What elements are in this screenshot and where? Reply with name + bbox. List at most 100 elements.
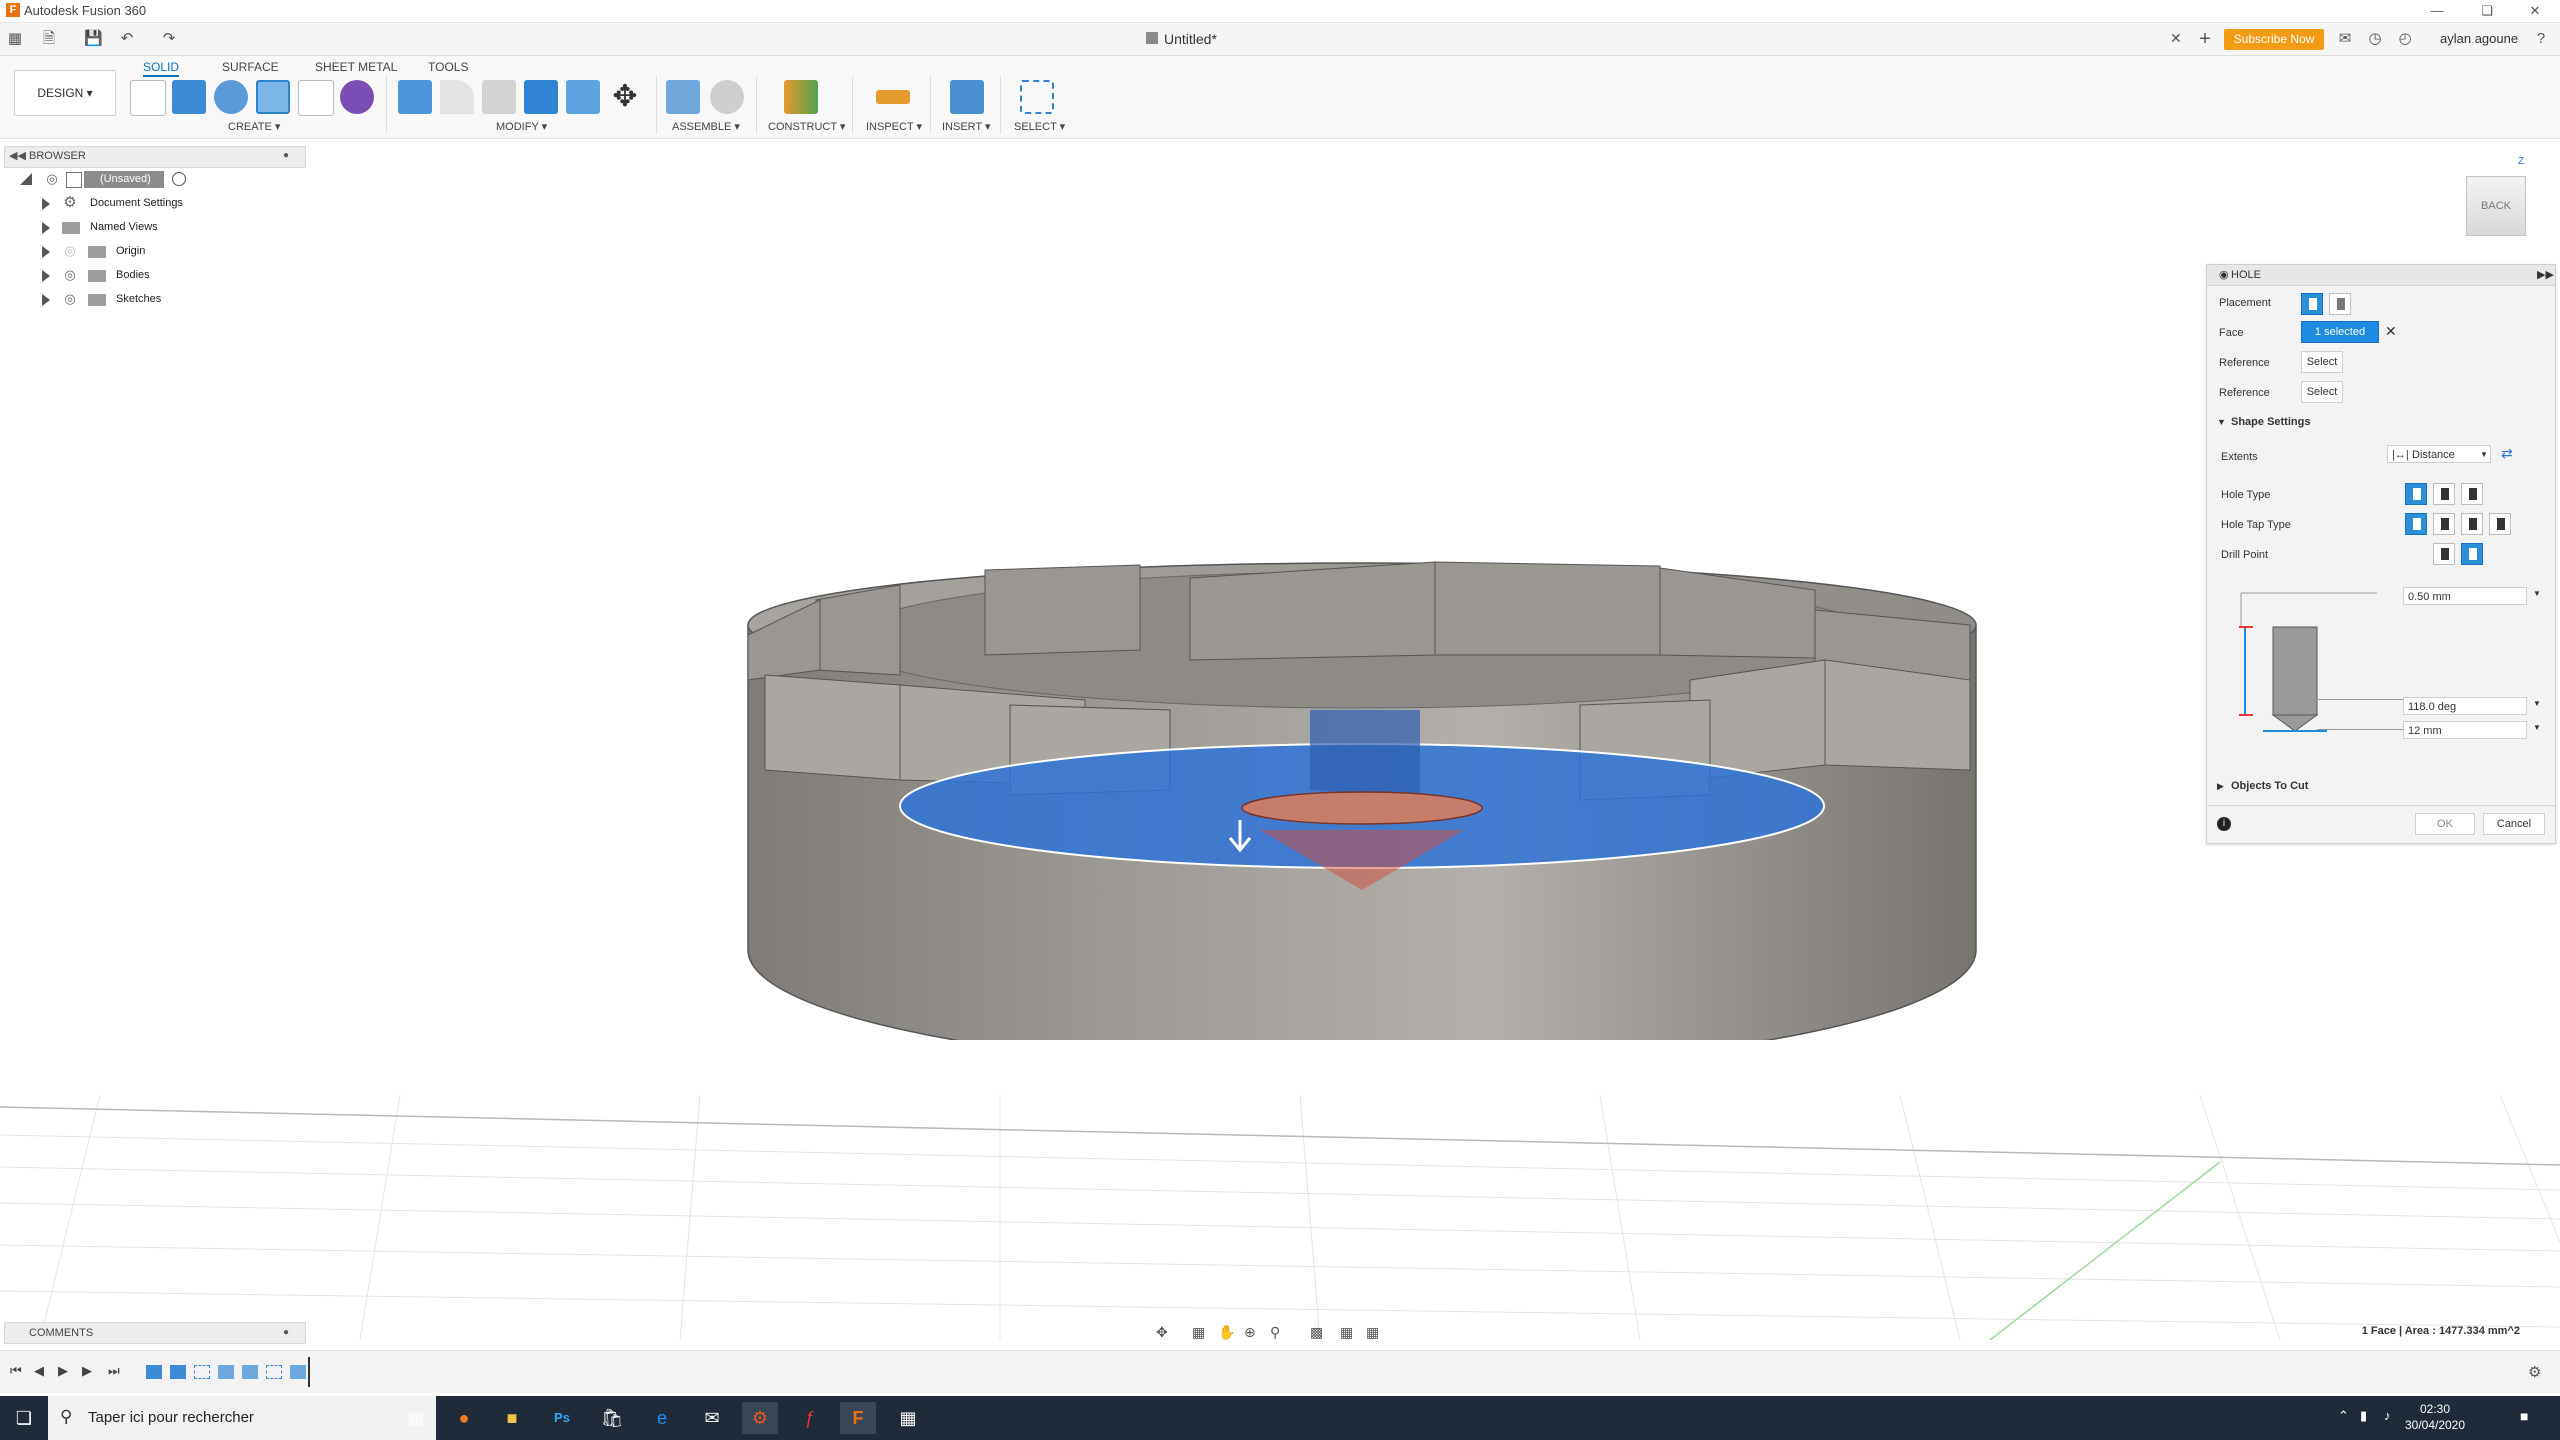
flat-drill-point-icon[interactable]: [2433, 543, 2455, 565]
placement-single-icon[interactable]: [2301, 293, 2323, 315]
joint-icon[interactable]: [710, 80, 744, 114]
offset-plane-icon[interactable]: [784, 80, 818, 114]
revolve-icon[interactable]: [214, 80, 248, 114]
orbit-icon[interactable]: ✥: [1156, 1324, 1168, 1341]
expand-panel-icon[interactable]: ▶▶: [2537, 268, 2554, 281]
edge-icon[interactable]: e: [644, 1402, 680, 1434]
extrude-icon[interactable]: [172, 80, 206, 114]
apps-grid-icon[interactable]: ▦: [6, 30, 24, 48]
firefox-icon[interactable]: ●: [446, 1402, 482, 1434]
grid-settings-icon[interactable]: ▦: [1340, 1324, 1353, 1341]
taper-tapped-icon[interactable]: [2489, 513, 2511, 535]
calculator-icon[interactable]: ▦: [890, 1402, 926, 1434]
fit-icon[interactable]: ⚲: [1270, 1324, 1280, 1341]
mail-icon[interactable]: ✉: [694, 1402, 730, 1434]
tree-item-bodies[interactable]: ◎ Bodies: [4, 264, 304, 288]
clear-selection-icon[interactable]: ✕: [2385, 323, 2397, 340]
tree-item-root[interactable]: ◎ (Unsaved): [4, 168, 304, 192]
depth-input[interactable]: 0.50 mm: [2403, 587, 2527, 605]
tree-item-origin[interactable]: ◎ Origin: [4, 240, 304, 264]
taskbar-clock[interactable]: 02:30 30/04/2020: [2400, 1401, 2470, 1433]
timeline-feature-icon[interactable]: [194, 1365, 210, 1379]
viewports-icon[interactable]: ▦: [1366, 1324, 1379, 1341]
tree-item-named-views[interactable]: Named Views: [4, 216, 304, 240]
settings-app-icon[interactable]: ⚙: [742, 1402, 778, 1434]
close-window-icon[interactable]: ✕: [2512, 0, 2558, 22]
job-status-icon[interactable]: ◷: [2366, 30, 2384, 48]
chamfer-icon[interactable]: [482, 80, 516, 114]
timeline-play-icon[interactable]: ▶: [58, 1363, 68, 1379]
collapse-icon[interactable]: ◀◀: [9, 149, 26, 162]
workspace-switcher[interactable]: DESIGN ▾: [14, 70, 116, 116]
press-pull-icon[interactable]: [398, 80, 432, 114]
tree-item-sketches[interactable]: ◎ Sketches: [4, 288, 304, 312]
expand-triangle-icon[interactable]: [42, 222, 50, 234]
info-icon[interactable]: i: [2217, 817, 2231, 831]
taskbar-search[interactable]: ⚲ Taper ici pour rechercher: [48, 1396, 436, 1440]
face-selection-button[interactable]: 1 selected: [2301, 321, 2379, 343]
objects-to-cut-label[interactable]: Objects To Cut: [2231, 780, 2308, 792]
document-tab[interactable]: Untitled* ✕: [1140, 23, 2200, 55]
extents-dropdown[interactable]: Distance |↔| ▼: [2387, 445, 2491, 463]
counterbore-icon[interactable]: [2433, 483, 2455, 505]
construct-menu[interactable]: CONSTRUCT ▾: [768, 120, 845, 133]
reference1-select-button[interactable]: Select: [2301, 351, 2343, 373]
store-icon[interactable]: 🛍: [594, 1402, 630, 1434]
diameter-dropdown-icon[interactable]: ▼: [2533, 723, 2541, 732]
measure-icon[interactable]: [876, 90, 910, 104]
expand-triangle-icon[interactable]: [42, 246, 50, 258]
browser-pin-icon[interactable]: ●: [283, 150, 289, 161]
tab-sheet-metal[interactable]: SHEET METAL: [315, 60, 397, 74]
angled-drill-point-icon[interactable]: [2461, 543, 2483, 565]
angle-input[interactable]: 118.0 deg: [2403, 697, 2527, 715]
shape-settings-label[interactable]: Shape Settings: [2231, 416, 2310, 428]
section-collapsed-icon[interactable]: ▶: [2217, 781, 2224, 792]
shell-icon[interactable]: [524, 80, 558, 114]
minimize-icon[interactable]: —: [2414, 0, 2460, 22]
restore-icon[interactable]: ❏: [2464, 0, 2510, 22]
move-icon[interactable]: ✥: [608, 80, 642, 114]
visibility-icon[interactable]: ◎: [62, 268, 78, 281]
expand-triangle-icon[interactable]: [42, 294, 50, 306]
task-view-icon[interactable]: ▦: [398, 1402, 434, 1434]
timeline-start-icon[interactable]: ⏮: [10, 1363, 22, 1379]
new-component-icon[interactable]: [666, 80, 700, 114]
visibility-off-icon[interactable]: ◎: [62, 244, 78, 257]
viewcube[interactable]: BACK: [2466, 176, 2526, 236]
redo-icon[interactable]: ↷: [160, 30, 178, 48]
fusion360-taskbar-icon[interactable]: F: [840, 1402, 876, 1434]
comments-toggle-icon[interactable]: ●: [283, 1327, 289, 1338]
countersink-icon[interactable]: [2461, 483, 2483, 505]
create-menu[interactable]: CREATE ▾: [228, 120, 280, 133]
file-explorer-icon[interactable]: ■: [494, 1402, 530, 1434]
inspect-menu[interactable]: INSPECT ▾: [866, 120, 922, 133]
combine-icon[interactable]: [566, 80, 600, 114]
clock-icon[interactable]: ◴: [2396, 30, 2414, 48]
expanded-triangle-icon[interactable]: [20, 173, 32, 185]
cancel-button[interactable]: Cancel: [2483, 813, 2545, 835]
fillet-icon[interactable]: [440, 80, 474, 114]
pan-icon[interactable]: ✋: [1218, 1324, 1235, 1341]
timeline-feature-icon[interactable]: [266, 1365, 282, 1379]
notification-center-icon[interactable]: ■: [2520, 1408, 2528, 1424]
simple-tap-icon[interactable]: [2405, 513, 2427, 535]
section-expanded-icon[interactable]: ▼: [2217, 417, 2226, 427]
hole-dialog-header[interactable]: ◉ HOLE ▶▶: [2207, 265, 2555, 286]
notifications-icon[interactable]: ✉: [2336, 30, 2354, 48]
user-name[interactable]: aylan agoune: [2440, 31, 2518, 46]
close-tab-icon[interactable]: ✕: [2170, 30, 2182, 47]
simple-hole-icon[interactable]: [2405, 483, 2427, 505]
create-form-icon[interactable]: [340, 80, 374, 114]
ok-button[interactable]: OK: [2415, 813, 2475, 835]
select-window-icon[interactable]: [1020, 80, 1054, 114]
photoshop-icon[interactable]: Ps: [544, 1402, 580, 1434]
timeline-end-icon[interactable]: ⏭: [108, 1363, 120, 1379]
create-sketch-icon[interactable]: [130, 80, 166, 116]
diameter-input[interactable]: 12 mm: [2403, 721, 2527, 739]
zoom-icon[interactable]: ⊕: [1244, 1324, 1256, 1341]
timeline-feature-icon[interactable]: [170, 1365, 186, 1379]
tab-surface[interactable]: SURFACE: [222, 60, 279, 74]
visibility-icon[interactable]: ◎: [44, 172, 60, 185]
expand-triangle-icon[interactable]: [42, 198, 50, 210]
modify-menu[interactable]: MODIFY ▾: [496, 120, 547, 133]
